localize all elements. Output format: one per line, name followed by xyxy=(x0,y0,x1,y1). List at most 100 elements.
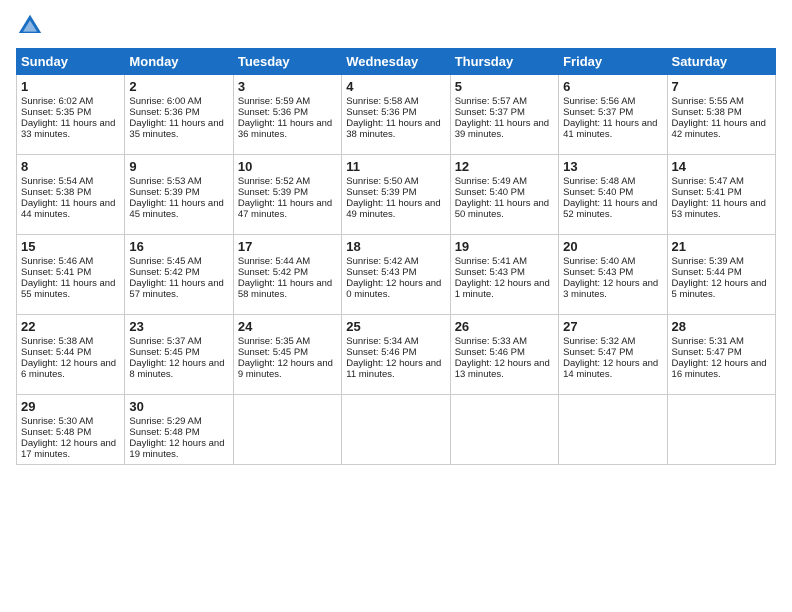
sunset-text: Sunset: 5:45 PM xyxy=(238,347,308,358)
day-number: 26 xyxy=(455,319,554,334)
day-number: 14 xyxy=(672,159,771,174)
daylight-text: Daylight: 11 hours and 45 minutes. xyxy=(129,198,223,220)
day-number: 28 xyxy=(672,319,771,334)
daylight-text: Daylight: 12 hours and 0 minutes. xyxy=(346,278,441,300)
day-cell-26: 26 Sunrise: 5:33 AM Sunset: 5:46 PM Dayl… xyxy=(450,315,558,395)
sunset-text: Sunset: 5:38 PM xyxy=(672,107,742,118)
daylight-text: Daylight: 12 hours and 5 minutes. xyxy=(672,278,767,300)
day-cell-23: 23 Sunrise: 5:37 AM Sunset: 5:45 PM Dayl… xyxy=(125,315,233,395)
sunset-text: Sunset: 5:43 PM xyxy=(346,267,416,278)
sunrise-text: Sunrise: 5:30 AM xyxy=(21,416,93,427)
day-number: 15 xyxy=(21,239,120,254)
day-cell-20: 20 Sunrise: 5:40 AM Sunset: 5:43 PM Dayl… xyxy=(559,235,667,315)
daylight-text: Daylight: 11 hours and 44 minutes. xyxy=(21,198,115,220)
day-cell-13: 13 Sunrise: 5:48 AM Sunset: 5:40 PM Dayl… xyxy=(559,155,667,235)
day-number: 13 xyxy=(563,159,662,174)
day-cell-18: 18 Sunrise: 5:42 AM Sunset: 5:43 PM Dayl… xyxy=(342,235,450,315)
daylight-text: Daylight: 12 hours and 13 minutes. xyxy=(455,358,550,380)
daylight-text: Daylight: 11 hours and 39 minutes. xyxy=(455,118,549,140)
days-header-row: SundayMondayTuesdayWednesdayThursdayFrid… xyxy=(17,49,776,75)
sunrise-text: Sunrise: 5:49 AM xyxy=(455,176,527,187)
sunset-text: Sunset: 5:43 PM xyxy=(455,267,525,278)
day-number: 23 xyxy=(129,319,228,334)
sunset-text: Sunset: 5:36 PM xyxy=(238,107,308,118)
sunset-text: Sunset: 5:41 PM xyxy=(21,267,91,278)
day-header-thursday: Thursday xyxy=(450,49,558,75)
sunset-text: Sunset: 5:47 PM xyxy=(563,347,633,358)
sunset-text: Sunset: 5:46 PM xyxy=(346,347,416,358)
day-header-friday: Friday xyxy=(559,49,667,75)
daylight-text: Daylight: 12 hours and 9 minutes. xyxy=(238,358,333,380)
daylight-text: Daylight: 11 hours and 50 minutes. xyxy=(455,198,549,220)
day-number: 4 xyxy=(346,79,445,94)
daylight-text: Daylight: 11 hours and 47 minutes. xyxy=(238,198,332,220)
empty-cell xyxy=(233,395,341,465)
day-number: 7 xyxy=(672,79,771,94)
day-cell-14: 14 Sunrise: 5:47 AM Sunset: 5:41 PM Dayl… xyxy=(667,155,775,235)
sunset-text: Sunset: 5:37 PM xyxy=(455,107,525,118)
week-row-4: 22 Sunrise: 5:38 AM Sunset: 5:44 PM Dayl… xyxy=(17,315,776,395)
day-number: 9 xyxy=(129,159,228,174)
daylight-text: Daylight: 11 hours and 38 minutes. xyxy=(346,118,440,140)
daylight-text: Daylight: 12 hours and 17 minutes. xyxy=(21,438,116,460)
daylight-text: Daylight: 12 hours and 8 minutes. xyxy=(129,358,224,380)
day-cell-8: 8 Sunrise: 5:54 AM Sunset: 5:38 PM Dayli… xyxy=(17,155,125,235)
logo xyxy=(16,12,48,40)
daylight-text: Daylight: 11 hours and 58 minutes. xyxy=(238,278,332,300)
day-cell-9: 9 Sunrise: 5:53 AM Sunset: 5:39 PM Dayli… xyxy=(125,155,233,235)
day-cell-24: 24 Sunrise: 5:35 AM Sunset: 5:45 PM Dayl… xyxy=(233,315,341,395)
day-cell-15: 15 Sunrise: 5:46 AM Sunset: 5:41 PM Dayl… xyxy=(17,235,125,315)
day-number: 11 xyxy=(346,159,445,174)
day-cell-7: 7 Sunrise: 5:55 AM Sunset: 5:38 PM Dayli… xyxy=(667,75,775,155)
sunrise-text: Sunrise: 5:44 AM xyxy=(238,256,310,267)
sunset-text: Sunset: 5:39 PM xyxy=(129,187,199,198)
day-header-wednesday: Wednesday xyxy=(342,49,450,75)
sunrise-text: Sunrise: 5:53 AM xyxy=(129,176,201,187)
day-cell-4: 4 Sunrise: 5:58 AM Sunset: 5:36 PM Dayli… xyxy=(342,75,450,155)
day-cell-30: 30 Sunrise: 5:29 AM Sunset: 5:48 PM Dayl… xyxy=(125,395,233,465)
day-cell-1: 1 Sunrise: 6:02 AM Sunset: 5:35 PM Dayli… xyxy=(17,75,125,155)
sunrise-text: Sunrise: 6:02 AM xyxy=(21,96,93,107)
daylight-text: Daylight: 12 hours and 6 minutes. xyxy=(21,358,116,380)
day-number: 10 xyxy=(238,159,337,174)
day-number: 6 xyxy=(563,79,662,94)
sunrise-text: Sunrise: 5:37 AM xyxy=(129,336,201,347)
daylight-text: Daylight: 12 hours and 11 minutes. xyxy=(346,358,441,380)
empty-cell xyxy=(667,395,775,465)
day-number: 5 xyxy=(455,79,554,94)
day-cell-2: 2 Sunrise: 6:00 AM Sunset: 5:36 PM Dayli… xyxy=(125,75,233,155)
sunrise-text: Sunrise: 5:33 AM xyxy=(455,336,527,347)
daylight-text: Daylight: 11 hours and 36 minutes. xyxy=(238,118,332,140)
day-cell-6: 6 Sunrise: 5:56 AM Sunset: 5:37 PM Dayli… xyxy=(559,75,667,155)
day-number: 3 xyxy=(238,79,337,94)
day-header-sunday: Sunday xyxy=(17,49,125,75)
sunset-text: Sunset: 5:48 PM xyxy=(129,427,199,438)
sunrise-text: Sunrise: 5:50 AM xyxy=(346,176,418,187)
sunrise-text: Sunrise: 5:48 AM xyxy=(563,176,635,187)
sunset-text: Sunset: 5:39 PM xyxy=(238,187,308,198)
day-number: 18 xyxy=(346,239,445,254)
day-number: 2 xyxy=(129,79,228,94)
day-header-tuesday: Tuesday xyxy=(233,49,341,75)
sunrise-text: Sunrise: 5:58 AM xyxy=(346,96,418,107)
empty-cell xyxy=(450,395,558,465)
day-header-saturday: Saturday xyxy=(667,49,775,75)
logo-icon xyxy=(16,12,44,40)
day-cell-12: 12 Sunrise: 5:49 AM Sunset: 5:40 PM Dayl… xyxy=(450,155,558,235)
day-cell-21: 21 Sunrise: 5:39 AM Sunset: 5:44 PM Dayl… xyxy=(667,235,775,315)
week-row-3: 15 Sunrise: 5:46 AM Sunset: 5:41 PM Dayl… xyxy=(17,235,776,315)
day-cell-10: 10 Sunrise: 5:52 AM Sunset: 5:39 PM Dayl… xyxy=(233,155,341,235)
sunrise-text: Sunrise: 5:56 AM xyxy=(563,96,635,107)
sunset-text: Sunset: 5:37 PM xyxy=(563,107,633,118)
sunset-text: Sunset: 5:45 PM xyxy=(129,347,199,358)
daylight-text: Daylight: 12 hours and 19 minutes. xyxy=(129,438,224,460)
page: SundayMondayTuesdayWednesdayThursdayFrid… xyxy=(0,0,792,612)
day-number: 17 xyxy=(238,239,337,254)
daylight-text: Daylight: 11 hours and 33 minutes. xyxy=(21,118,115,140)
sunrise-text: Sunrise: 5:47 AM xyxy=(672,176,744,187)
day-cell-22: 22 Sunrise: 5:38 AM Sunset: 5:44 PM Dayl… xyxy=(17,315,125,395)
day-number: 20 xyxy=(563,239,662,254)
daylight-text: Daylight: 11 hours and 42 minutes. xyxy=(672,118,766,140)
daylight-text: Daylight: 11 hours and 53 minutes. xyxy=(672,198,766,220)
day-number: 29 xyxy=(21,399,120,414)
